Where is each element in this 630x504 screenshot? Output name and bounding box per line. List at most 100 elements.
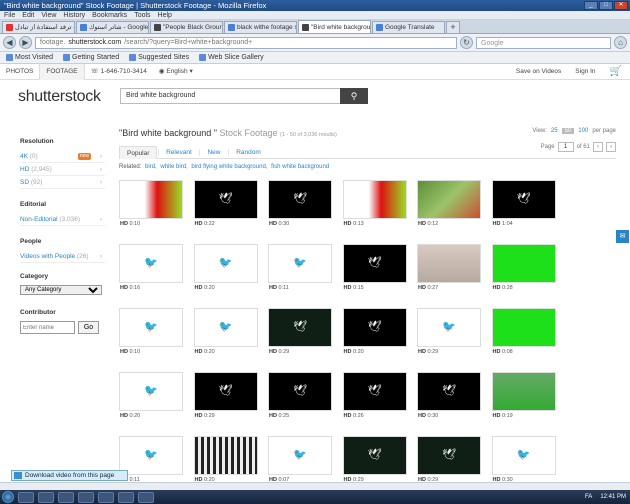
taskbar-app-icon[interactable] bbox=[118, 491, 134, 503]
menu-view[interactable]: View bbox=[41, 11, 56, 19]
taskbar-app-icon[interactable] bbox=[18, 491, 34, 503]
browser-search-input[interactable]: Google bbox=[476, 36, 611, 49]
related-link[interactable]: fish white background bbox=[271, 164, 329, 170]
contributor-go-button[interactable]: Go bbox=[78, 321, 99, 334]
video-clip-thumbnail[interactable]: 🕊 HD 0:29 bbox=[417, 436, 481, 483]
page-input[interactable]: 1 bbox=[557, 142, 574, 152]
video-clip-thumbnail[interactable]: 🐦 HD 0:20 bbox=[193, 308, 258, 355]
video-clip-thumbnail[interactable]: 🕊 HD 1:04 bbox=[491, 180, 556, 227]
video-clip-thumbnail[interactable]: 🕊 HD 0:30 bbox=[268, 180, 332, 227]
video-clip-thumbnail[interactable]: HD 0:08 bbox=[491, 308, 556, 355]
video-clip-thumbnail[interactable]: HD 0:27 bbox=[417, 244, 481, 291]
browser-tab[interactable]: black withe footage shu... bbox=[224, 21, 297, 33]
related-link[interactable]: bird flying white background, bbox=[191, 164, 267, 170]
related-link[interactable]: white bird, bbox=[160, 164, 187, 170]
cart-icon[interactable]: 🛒 bbox=[610, 64, 622, 80]
per-page-50[interactable]: 50 bbox=[561, 128, 575, 134]
contributor-input[interactable] bbox=[20, 321, 75, 334]
filter-videos-with-people[interactable]: Videos with People (26) › bbox=[20, 250, 105, 263]
forward-icon[interactable]: ▶ bbox=[19, 36, 32, 49]
next-page-icon[interactable]: › bbox=[606, 142, 616, 152]
input-language[interactable]: FA bbox=[585, 494, 592, 500]
bookmark-item[interactable]: Web Slice Gallery bbox=[199, 52, 264, 63]
taskbar-app-icon[interactable] bbox=[138, 491, 154, 503]
video-clip-thumbnail[interactable]: 🕊 HD 0:29 bbox=[342, 436, 407, 483]
video-clip-thumbnail[interactable]: 🐦HD 0:11 bbox=[119, 436, 183, 483]
per-page-100[interactable]: 100 bbox=[578, 128, 588, 134]
video-clip-thumbnail[interactable]: 🕊 HD 0:20 bbox=[342, 308, 407, 355]
language-selector[interactable]: ◉ English ▾ bbox=[153, 64, 199, 80]
video-clip-thumbnail[interactable]: 🕊 HD 0:29 bbox=[193, 372, 258, 419]
home-icon[interactable]: ⌂ bbox=[614, 36, 627, 49]
video-clip-thumbnail[interactable]: 🕊 HD 0:25 bbox=[268, 372, 332, 419]
video-clip-thumbnail[interactable]: 🐦 HD 0:20 bbox=[119, 372, 183, 419]
video-clip-thumbnail[interactable]: 🐦 HD 0:29 bbox=[417, 308, 481, 355]
video-clip-thumbnail[interactable]: 🐦 HD 0:30 bbox=[491, 436, 556, 483]
search-button[interactable]: ⚲ bbox=[340, 88, 368, 104]
taskbar-app-icon[interactable] bbox=[38, 491, 54, 503]
url-bar[interactable]: footage. shutterstock.com/search/?query=B… bbox=[35, 36, 457, 49]
browser-tab[interactable]: شاتر استوك - Google Se... bbox=[76, 21, 149, 33]
video-clip-thumbnail[interactable]: HD 0:10 bbox=[119, 180, 183, 227]
video-clip-thumbnail[interactable]: HD 0:13 bbox=[342, 180, 407, 227]
browser-tab-active[interactable]: "Bird white background...✕ bbox=[298, 20, 371, 33]
menu-bookmarks[interactable]: Bookmarks bbox=[92, 11, 127, 19]
video-clip-thumbnail[interactable]: 🐦HD 0:11 bbox=[268, 244, 332, 291]
filter-non-editorial[interactable]: Non-Editorial (3,036) › bbox=[20, 213, 105, 226]
menu-tools[interactable]: Tools bbox=[134, 11, 150, 19]
sort-relevant[interactable]: Relevant bbox=[159, 146, 199, 159]
maximize-button[interactable]: □ bbox=[599, 1, 613, 10]
sort-new[interactable]: New bbox=[200, 146, 227, 159]
download-video-bar[interactable]: Download video from this page bbox=[11, 470, 128, 481]
sort-popular[interactable]: Popular bbox=[119, 145, 158, 159]
video-clip-thumbnail[interactable]: 🕊 HD 0:29 bbox=[268, 308, 332, 355]
filter-sd[interactable]: SD (92) › bbox=[20, 176, 105, 189]
bookmark-item[interactable]: Suggested Sites bbox=[129, 52, 189, 63]
tab-footage[interactable]: FOOTAGE bbox=[39, 63, 85, 80]
browser-tab[interactable]: "People Black Ground ... bbox=[150, 21, 223, 33]
related-link[interactable]: bird, bbox=[145, 164, 157, 170]
video-clip-thumbnail[interactable]: 🐦 HD 0:10 bbox=[119, 308, 183, 355]
sign-in-link[interactable]: Sign In bbox=[575, 64, 595, 80]
filter-4k[interactable]: 4K (0) new › bbox=[20, 150, 105, 163]
per-page-25[interactable]: 25 bbox=[551, 128, 558, 134]
video-clip-thumbnail[interactable]: 🕊 HD 0:22 bbox=[193, 180, 258, 227]
video-clip-thumbnail[interactable]: 🐦 HD 0:16 bbox=[119, 244, 183, 291]
video-clip-thumbnail[interactable]: 🕊 HD 0:15 bbox=[342, 244, 407, 291]
video-clip-thumbnail[interactable]: 🐦 HD 0:07 bbox=[268, 436, 332, 483]
video-clip-thumbnail[interactable]: HD 0:20 bbox=[193, 436, 258, 483]
video-clip-thumbnail[interactable]: HD 0:19 bbox=[491, 372, 556, 419]
menu-history[interactable]: History bbox=[63, 11, 85, 19]
sort-random[interactable]: Random bbox=[229, 146, 268, 159]
menu-help[interactable]: Help bbox=[158, 11, 172, 19]
video-clip-thumbnail[interactable]: 🕊 HD 0:26 bbox=[342, 372, 407, 419]
category-select[interactable]: Any Category bbox=[20, 285, 102, 295]
feedback-icon[interactable]: ✉ bbox=[616, 230, 629, 243]
taskbar-app-icon[interactable] bbox=[98, 491, 114, 503]
video-clip-thumbnail[interactable]: 🕊 HD 0:30 bbox=[417, 372, 481, 419]
bookmark-item[interactable]: Most Visited bbox=[6, 52, 53, 63]
save-on-videos-link[interactable]: Save on Videos bbox=[516, 64, 561, 80]
browser-tab[interactable]: Google Translate bbox=[372, 21, 445, 33]
prev-page-icon[interactable]: ‹ bbox=[593, 142, 603, 152]
filter-hd[interactable]: HD (2,945) › bbox=[20, 163, 105, 176]
video-clip-thumbnail[interactable]: HD 0:28 bbox=[491, 244, 556, 291]
bookmark-item[interactable]: Getting Started bbox=[63, 52, 119, 63]
browser-tab[interactable]: الجمن ويندوز الكت - ترفد استفادة از تباد… bbox=[2, 21, 75, 33]
taskbar-app-icon[interactable] bbox=[58, 491, 74, 503]
new-tab-button[interactable]: + bbox=[446, 21, 460, 33]
video-clip-thumbnail[interactable]: 🐦 HD 0:20 bbox=[193, 244, 258, 291]
taskbar-app-icon[interactable] bbox=[78, 491, 94, 503]
menu-file[interactable]: File bbox=[4, 11, 15, 19]
minimize-button[interactable]: _ bbox=[584, 1, 598, 10]
shutterstock-logo[interactable]: shutterstock bbox=[18, 88, 101, 106]
reload-icon[interactable]: ↻ bbox=[460, 36, 473, 49]
status-bar bbox=[0, 482, 630, 490]
start-button[interactable] bbox=[2, 491, 14, 503]
menu-edit[interactable]: Edit bbox=[22, 11, 34, 19]
search-input[interactable]: Bird white background ⚲ bbox=[120, 88, 368, 104]
close-button[interactable]: ✕ bbox=[614, 1, 628, 10]
back-icon[interactable]: ◀ bbox=[3, 36, 16, 49]
video-clip-thumbnail[interactable]: HD 0:12 bbox=[417, 180, 481, 227]
tab-photos[interactable]: PHOTOS bbox=[0, 64, 39, 80]
